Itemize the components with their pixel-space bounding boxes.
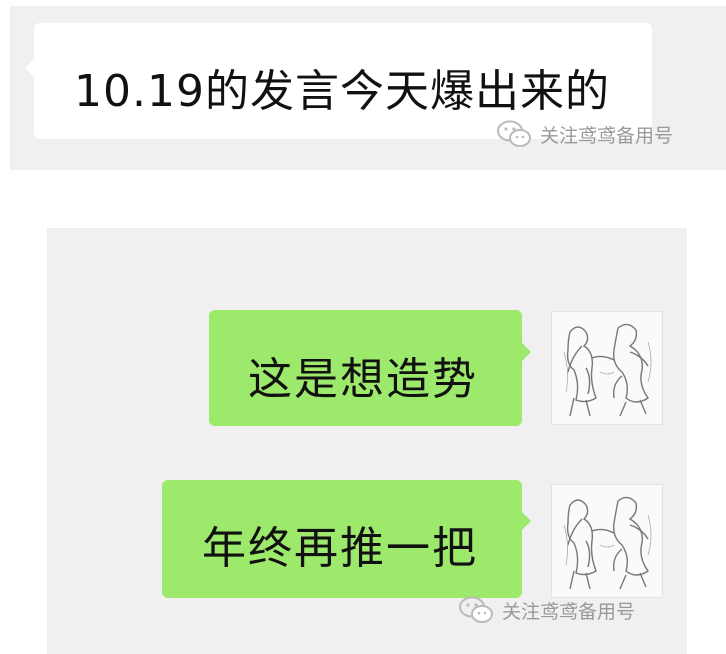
watermark-bottom: 关注鸢鸢备用号 bbox=[458, 596, 635, 624]
watermark-top: 关注鸢鸢备用号 bbox=[496, 120, 673, 148]
bubble-tail bbox=[522, 343, 531, 361]
watermark-text: 关注鸢鸢备用号 bbox=[502, 600, 636, 623]
wechat-icon bbox=[497, 120, 531, 147]
avatar[interactable] bbox=[551, 311, 663, 425]
outgoing-message-text: 这是想造势 bbox=[248, 354, 478, 405]
bubble-tail bbox=[522, 512, 531, 530]
incoming-message-text: 10.19的发言今天爆出来的 bbox=[74, 66, 610, 117]
avatar-sketch-image bbox=[563, 323, 652, 417]
avatar-sketch-image bbox=[563, 496, 652, 590]
bubble-tail bbox=[25, 59, 34, 77]
watermark-text: 关注鸢鸢备用号 bbox=[540, 124, 674, 147]
wechat-icon bbox=[459, 596, 493, 623]
outgoing-message-bubble[interactable]: 年终再推一把 bbox=[162, 480, 531, 598]
avatar[interactable] bbox=[551, 484, 663, 598]
outgoing-message-text: 年终再推一把 bbox=[202, 523, 478, 574]
outgoing-message-bubble[interactable]: 这是想造势 bbox=[209, 310, 531, 426]
